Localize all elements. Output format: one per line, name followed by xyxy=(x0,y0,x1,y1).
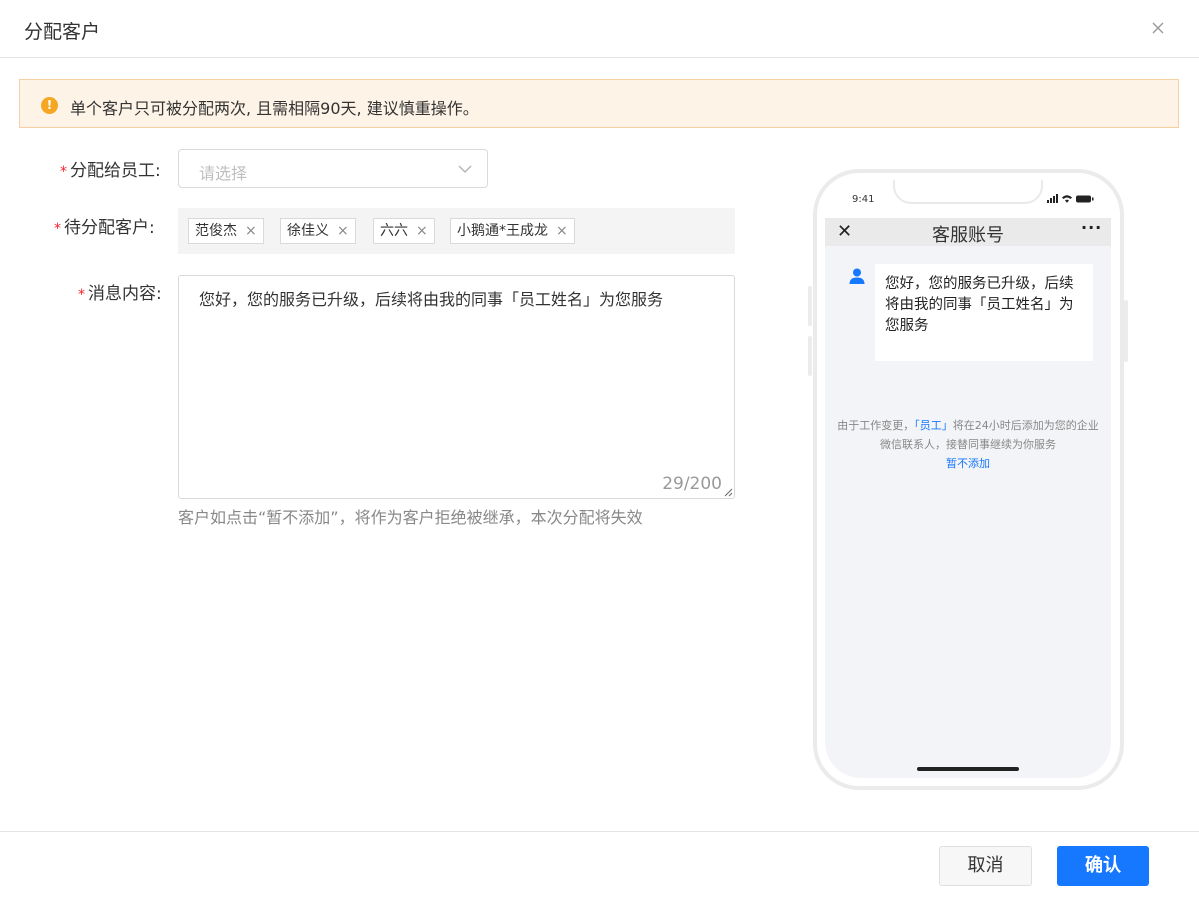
employee-link[interactable]: 「员工」 xyxy=(914,419,953,432)
phone-side-button xyxy=(808,336,812,376)
system-notice: 由于工作变更，「员工」将在24小时后添加为您的企业微信联系人，接替同事继续为你服… xyxy=(837,419,1099,470)
message-text: 您好，您的服务已升级，后续将由我的同事「员工姓名」为您服务 xyxy=(199,290,664,309)
customer-tag: 六六 × xyxy=(373,218,435,244)
avatar-icon xyxy=(849,268,865,284)
more-icon[interactable]: ··· xyxy=(1081,218,1102,237)
dialog-title: 分配客户 xyxy=(24,21,101,43)
required-mark: * xyxy=(60,164,67,180)
required-mark: * xyxy=(54,221,61,237)
chevron-down-icon xyxy=(458,165,472,173)
exclamation-icon: ! xyxy=(41,97,58,114)
hint-text: 客户如点击“暂不添加”，将作为客户拒绝被继承，本次分配将失效 xyxy=(178,508,643,527)
phone-preview: 9:41 ✕ 客服账号 ··· 您好，您的服务已升级，后续将由我的同事「员工姓名… xyxy=(825,180,1111,778)
status-time: 9:41 xyxy=(852,194,875,205)
char-count: 29/200 xyxy=(662,474,722,494)
tag-close-icon[interactable]: × xyxy=(245,219,257,243)
employee-select-placeholder: 请选择 xyxy=(199,164,248,183)
cancel-button[interactable]: 取消 xyxy=(939,846,1032,886)
customer-tag: 范俊杰 × xyxy=(188,218,264,244)
employee-select[interactable]: 请选择 xyxy=(178,149,488,188)
tag-close-icon[interactable]: × xyxy=(556,219,568,243)
warning-alert: ! 单个客户只可被分配两次, 且需相隔90天, 建议慎重操作。 xyxy=(19,79,1179,128)
message-label: * 消息内容: xyxy=(78,284,162,304)
chat-message: 您好，您的服务已升级，后续将由我的同事「员工姓名」为您服务 xyxy=(875,264,1093,361)
status-icons xyxy=(1047,194,1094,203)
resize-handle-icon[interactable] xyxy=(724,488,733,497)
tag-close-icon[interactable]: × xyxy=(416,219,428,243)
phone-notch xyxy=(893,180,1043,204)
confirm-button[interactable]: 确认 xyxy=(1057,846,1149,886)
warning-text: 单个客户只可被分配两次, 且需相隔90天, 建议慎重操作。 xyxy=(70,99,479,118)
required-mark: * xyxy=(78,287,85,303)
decline-add-link[interactable]: 暂不添加 xyxy=(946,457,990,470)
customer-tag: 徐佳义 × xyxy=(280,218,356,244)
phone-side-button xyxy=(808,286,812,326)
tag-close-icon[interactable]: × xyxy=(337,219,349,243)
close-icon[interactable] xyxy=(1148,18,1168,38)
dialog-header: 分配客户 xyxy=(0,0,1199,58)
phone-nav-bar: ✕ 客服账号 ··· xyxy=(825,218,1111,246)
customer-tag: 小鹅通*王成龙 × xyxy=(450,218,575,244)
nav-title: 客服账号 xyxy=(932,225,1004,246)
customer-tags: 范俊杰 × 徐佳义 × 六六 × 小鹅通*王成龙 × xyxy=(178,208,735,254)
customers-label: * 待分配客户: xyxy=(54,218,155,238)
assign-label: * 分配给员工: xyxy=(60,161,161,181)
message-textarea[interactable]: 您好，您的服务已升级，后续将由我的同事「员工姓名」为您服务 29/200 xyxy=(178,275,735,499)
phone-side-button xyxy=(1124,300,1128,362)
home-indicator xyxy=(917,767,1019,771)
